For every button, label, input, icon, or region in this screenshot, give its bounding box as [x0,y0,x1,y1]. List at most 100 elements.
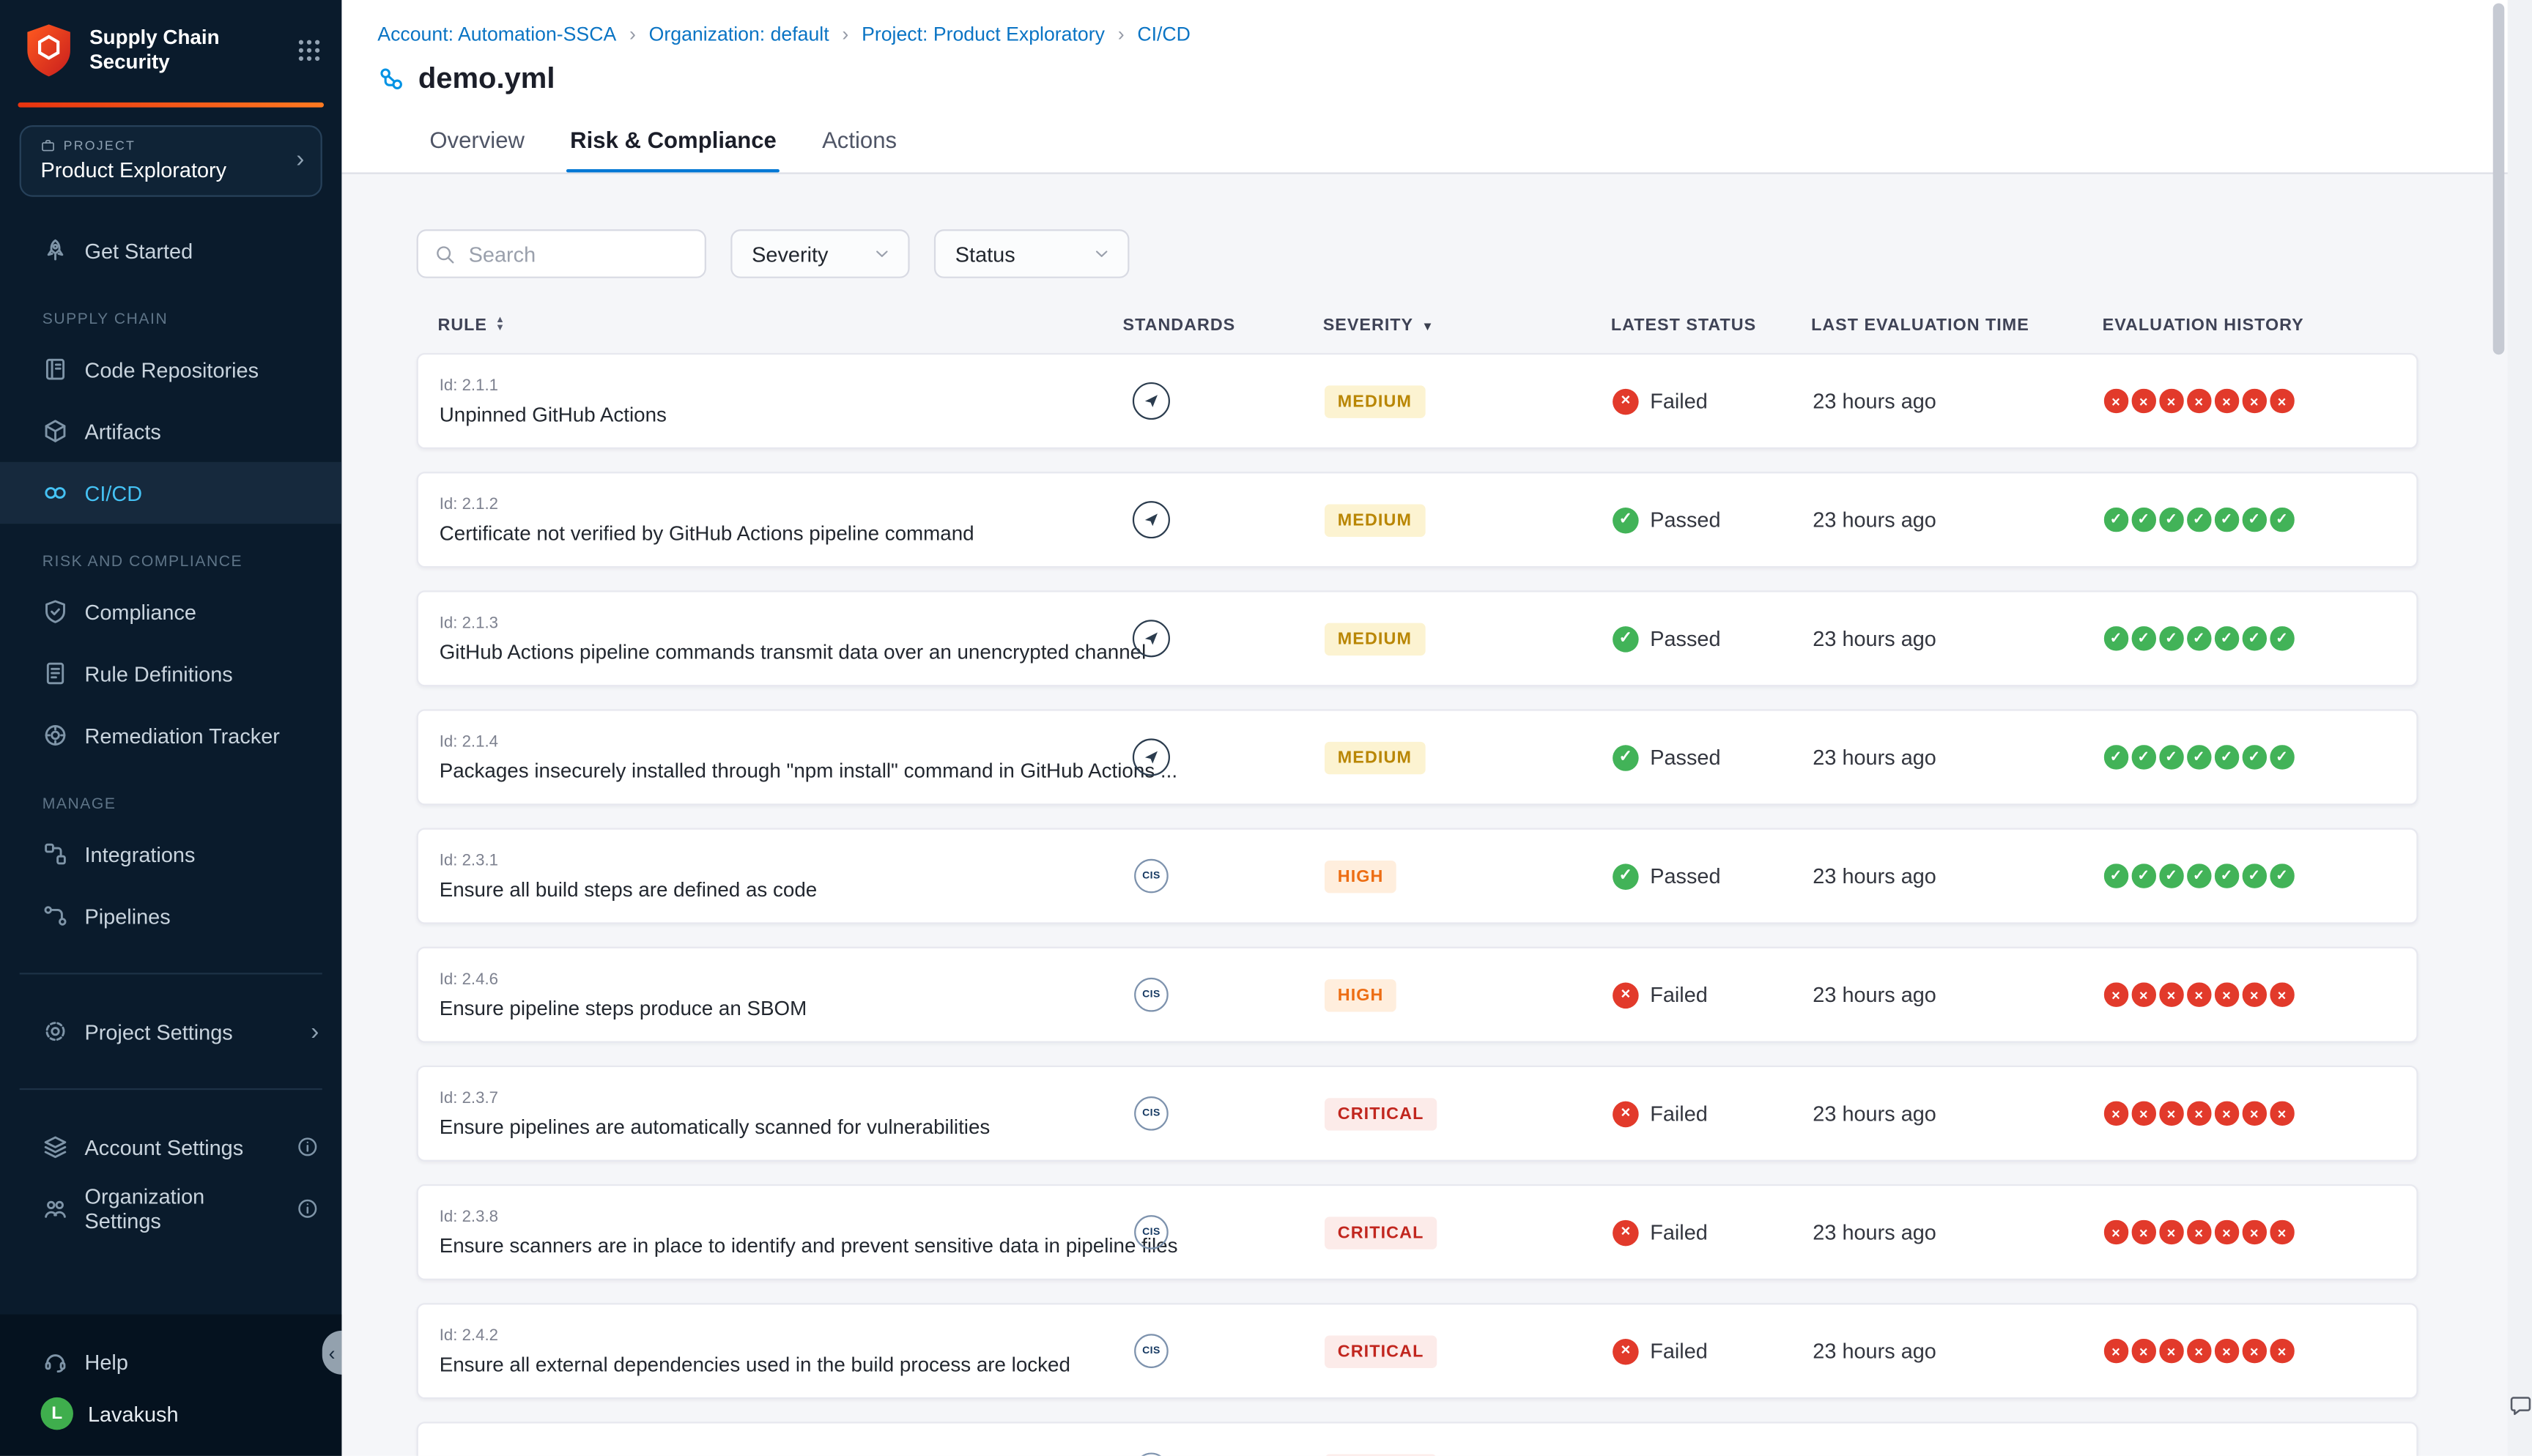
project-selector[interactable]: PROJECT Product Exploratory › [20,125,322,197]
sidebar-item-artifacts[interactable]: Artifacts [0,400,341,461]
table-row[interactable]: Id: 3.1.7 CIS CRITICAL × Failed 23 hours… [417,1422,2418,1456]
history-pass-icon: ✓ [2270,627,2293,650]
history-pass-icon: ✓ [2132,746,2155,769]
sidebar-item-account-settings[interactable]: Account Settings [0,1116,341,1178]
history-pass-icon: ✓ [2270,746,2293,769]
breadcrumb-link[interactable]: CI/CD [1137,23,1191,45]
evaluation-history: ××××××× [2104,1102,2416,1125]
table-row[interactable]: Id: 2.3.1 Ensure all build steps are def… [417,828,2418,924]
history-pass-icon: ✓ [2132,508,2155,532]
rule-name: Ensure pipeline steps produce an SBOM [440,996,1125,1019]
sidebar-item-pipelines[interactable]: Pipelines [0,885,341,946]
status-filter-dropdown[interactable]: Status [934,229,1130,278]
github-actions-standard-icon [1133,501,1170,538]
sidebar-item-get-started[interactable]: Get Started [0,220,341,281]
history-pass-icon: ✓ [2132,627,2155,650]
table-row[interactable]: Id: 2.1.3 GitHub Actions pipeline comman… [417,590,2418,686]
sidebar-item-rule-definitions[interactable]: Rule Definitions [0,642,341,704]
risk-compliance-panel: Severity Status RULESTANDARDSSEVERITYLAT… [341,174,2532,1456]
table-row[interactable]: Id: 2.1.4 Packages insecurely installed … [417,709,2418,805]
history-fail-icon: × [2159,1220,2183,1244]
search-input[interactable] [469,242,689,266]
status-label: Passed [1650,508,1720,532]
sidebar-item-remediation-tracker[interactable]: Remediation Tracker [0,705,341,766]
sidebar-item-organization-settings[interactable]: Organization Settings [0,1178,341,1239]
artifact-icon [42,418,69,445]
repo-icon [42,356,69,382]
github-actions-standard-icon [1133,620,1170,657]
paper-plane-icon [1142,630,1160,647]
chevron-right-icon: › [296,146,304,174]
sidebar-item-project-settings[interactable]: Project Settings › [0,1000,341,1062]
severity-badge: MEDIUM [1325,741,1425,773]
account-icon [42,1134,69,1160]
failed-icon: × [1613,981,1639,1008]
passed-icon: ✓ [1613,507,1639,533]
breadcrumb-link[interactable]: Account: Automation-SSCA [377,23,616,45]
module-switcher-icon[interactable] [296,37,322,64]
column-header-rule[interactable]: RULE [437,316,1122,335]
pipelines-icon [42,903,69,929]
table-row[interactable]: Id: 2.3.8 Ensure scanners are in place t… [417,1184,2418,1280]
history-pass-icon: ✓ [2243,508,2266,532]
user-menu[interactable]: L Lavakush [0,1388,341,1440]
title-row: demo.yml [377,59,2532,97]
history-fail-icon: × [2187,1102,2210,1125]
sidebar-item-help[interactable]: Help [0,1336,341,1388]
rules-icon [42,661,69,687]
history-pass-icon: ✓ [2104,746,2128,769]
rule-id: Id: 2.1.4 [440,733,1125,751]
history-fail-icon: × [2159,1102,2183,1125]
tab-bar: Overview Risk & Compliance Actions [426,127,2532,172]
history-pass-icon: ✓ [2159,627,2183,650]
sidebar-item-integrations[interactable]: Integrations [0,823,341,885]
history-fail-icon: × [2270,1220,2293,1244]
history-pass-icon: ✓ [2187,627,2210,650]
sidebar-item-code-repositories[interactable]: Code Repositories [0,338,341,400]
sidebar-item-compliance[interactable]: Compliance [0,581,341,642]
sidebar: Supply Chain Security PROJECT Product Ex… [0,0,341,1456]
history-fail-icon: × [2243,1102,2266,1125]
evaluation-history: ××××××× [2104,389,2416,412]
info-icon [296,1197,319,1220]
history-fail-icon: × [2187,1340,2210,1363]
last-evaluation-time: 23 hours ago [1813,626,2104,650]
chat-support-icon[interactable] [2509,1394,2531,1416]
failed-icon: × [1613,388,1639,415]
sidebar-item-ci-cd[interactable]: CI/CD [0,462,341,524]
paper-plane-icon [1142,392,1160,409]
history-fail-icon: × [2215,1340,2238,1363]
briefcase-icon [41,138,56,153]
history-pass-icon: ✓ [2187,864,2210,888]
tab-risk-compliance[interactable]: Risk & Compliance [567,127,780,172]
severity-filter-dropdown[interactable]: Severity [730,229,909,278]
history-fail-icon: × [2104,1220,2128,1244]
history-fail-icon: × [2132,389,2155,412]
history-pass-icon: ✓ [2270,508,2293,532]
history-pass-icon: ✓ [2159,508,2183,532]
breadcrumb-link[interactable]: Organization: default [649,23,829,45]
tab-actions[interactable]: Actions [819,127,900,172]
table-row[interactable]: Id: 2.3.7 Ensure pipelines are automatic… [417,1066,2418,1162]
rule-id: Id: 2.1.2 [440,495,1125,513]
history-pass-icon: ✓ [2159,746,2183,769]
history-fail-icon: × [2270,983,2293,1006]
tab-overview[interactable]: Overview [426,127,528,172]
breadcrumb-separator: › [842,23,848,45]
vertical-scrollbar[interactable] [2493,3,2505,354]
cicd-icon [42,480,69,506]
table-row[interactable]: Id: 2.4.6 Ensure pipeline steps produce … [417,947,2418,1043]
rule-id: Id: 2.3.7 [440,1089,1125,1107]
table-row[interactable]: Id: 2.1.1 Unpinned GitHub Actions MEDIUM… [417,353,2418,449]
history-fail-icon: × [2215,389,2238,412]
divider [20,973,322,974]
table-row[interactable]: Id: 2.4.2 Ensure all external dependenci… [417,1303,2418,1399]
column-header-severity[interactable]: SEVERITY [1323,316,1611,335]
history-fail-icon: × [2270,1340,2293,1363]
evaluation-history: ✓✓✓✓✓✓✓ [2104,627,2416,650]
table-row[interactable]: Id: 2.1.2 Certificate not verified by Gi… [417,472,2418,568]
status-label: Passed [1650,745,1720,769]
sidebar-section-label: RISK AND COMPLIANCE [42,553,342,571]
app-logo[interactable]: Supply Chain Security [0,0,341,89]
breadcrumb-link[interactable]: Project: Product Exploratory [862,23,1105,45]
